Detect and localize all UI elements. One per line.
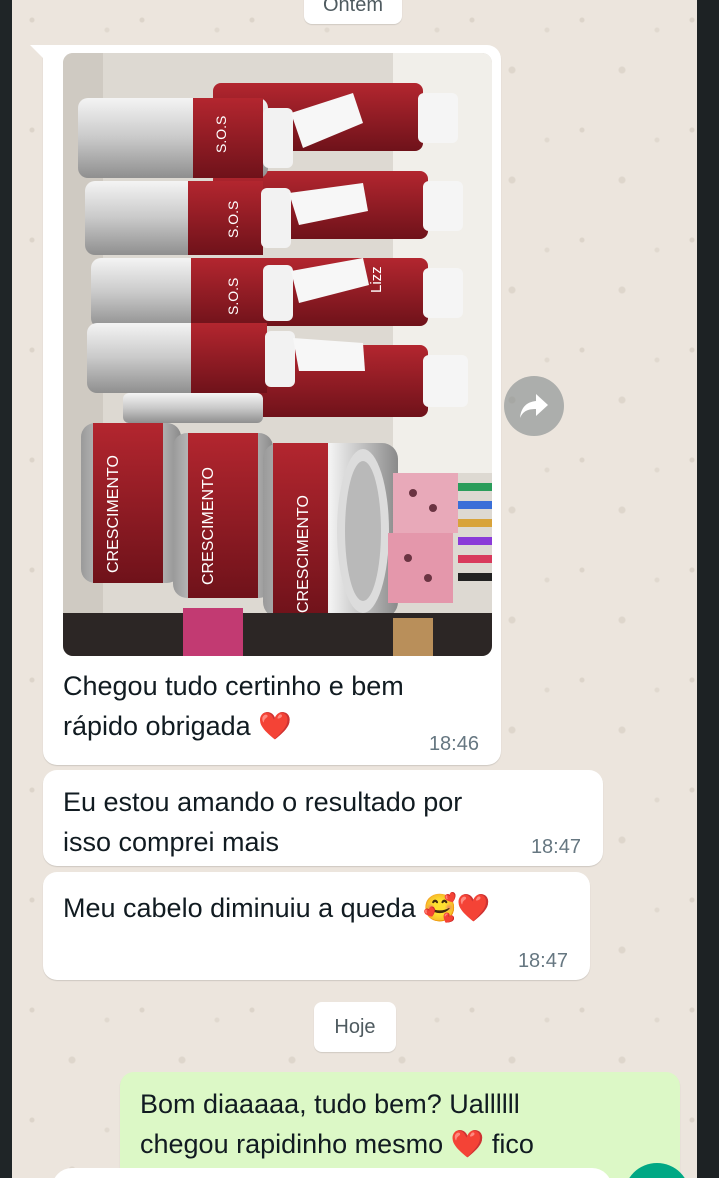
smiling-heart-emojis: 🥰❤️ (423, 893, 491, 923)
bubble-tail (30, 45, 44, 59)
message-input-bar[interactable] (52, 1168, 612, 1178)
date-separator-label: Hoje (334, 1016, 376, 1038)
jar-label: CRESCIMENTO (200, 467, 217, 585)
message-bubble[interactable]: Eu estou amando o resultado por isso com… (43, 770, 603, 866)
bottle-label: S.O.S (225, 201, 241, 238)
date-separator-yesterday: Ontem (304, 0, 402, 24)
product-photo[interactable]: S.O.S S.O.S S.O.S Lizz CRESCIMENTO CRESC… (63, 53, 492, 656)
message-time: 18:47 (530, 836, 581, 858)
message-text-line: Chegou tudo certinho e bem (63, 671, 404, 701)
message-text: Meu cabelo diminuiu a queda (63, 893, 416, 923)
bottle-brand: Lizz (368, 266, 385, 293)
chat-area[interactable]: Ontem 18:46 S.O.S S.O.S S.O.S Lizz CRESC… (12, 0, 697, 1178)
product-photo-image: S.O.S S.O.S S.O.S Lizz CRESCIMENTO CRESC… (63, 53, 492, 656)
message-bubble-outgoing[interactable]: Bom diaaaaa, tudo bem? Uallllll chegou r… (120, 1072, 680, 1178)
message-text-line: Eu estou amando o resultado por (63, 787, 463, 817)
red-heart-emoji: ❤️ (258, 711, 292, 741)
red-heart-emoji: ❤️ (450, 1129, 485, 1159)
bottle-label: S.O.S (225, 278, 241, 315)
forward-icon (520, 394, 548, 418)
date-separator-today: Hoje (314, 1002, 396, 1052)
message-text-fragment: fico (491, 1129, 534, 1159)
jar-label: CRESCIMENTO (295, 495, 312, 613)
bottle-label: S.O.S (213, 116, 229, 153)
message-text-line: rápido obrigada (63, 711, 251, 741)
jar-label: CRESCIMENTO (105, 455, 122, 573)
message-bubble[interactable]: Meu cabelo diminuiu a queda 🥰❤️ 18:47 (43, 872, 590, 980)
date-separator-label: Ontem (322, 0, 384, 16)
forward-button[interactable] (504, 376, 564, 436)
message-text-line: Bom diaaaaa, tudo bem? Uallllll (140, 1089, 520, 1119)
screen-edge (697, 0, 719, 1178)
message-text-line: isso comprei mais (63, 827, 280, 857)
message-time: 18:47 (517, 950, 568, 972)
message-text-line: chegou rapidinho mesmo (140, 1129, 444, 1159)
